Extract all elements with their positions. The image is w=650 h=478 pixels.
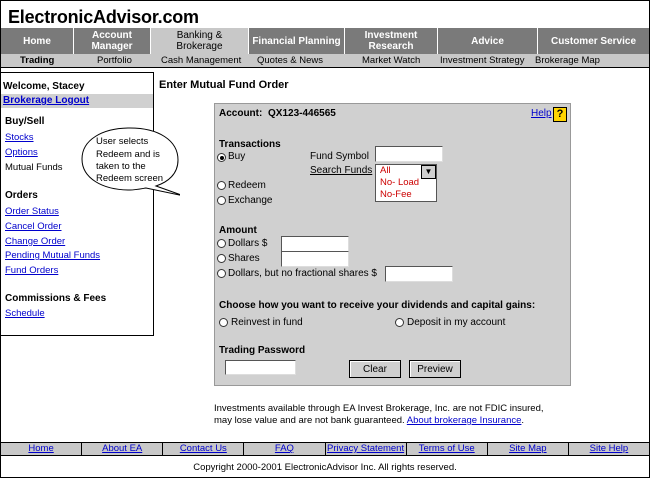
brokerage-logout-link[interactable]: Brokerage Logout — [3, 95, 89, 106]
dollars-no-fractional-radio[interactable] — [217, 269, 226, 278]
tab-investment-research[interactable]: Investment Research — [345, 28, 438, 54]
fund-symbol-label: Fund Symbol — [310, 151, 369, 162]
subnav-brokerage-map[interactable]: Brokerage Map — [535, 55, 600, 66]
dollars-no-fractional-label: Dollars, but no fractional shares $ — [228, 268, 377, 279]
order-panel: Account: QX123-446565 Help ? Transaction… — [214, 103, 571, 386]
sub-navigation: Trading Portfolio Cash Management Quotes… — [1, 54, 649, 68]
tab-banking-brokerage[interactable]: Banking & Brokerage — [151, 28, 249, 54]
exchange-radio[interactable] — [217, 196, 226, 205]
tab-account-manager[interactable]: Account Manager — [74, 28, 151, 54]
deposit-radio[interactable] — [395, 318, 404, 327]
amount-heading: Amount — [219, 225, 257, 236]
chevron-down-icon[interactable]: ▼ — [421, 165, 436, 179]
logout-bar: Brokerage Logout — [1, 94, 153, 108]
footer-link-about[interactable]: About EA — [82, 443, 164, 455]
account-label: Account: — [219, 108, 263, 119]
sidebar-item-schedule[interactable]: Schedule — [5, 308, 45, 319]
trading-password-heading: Trading Password — [219, 345, 306, 356]
footer-link-home[interactable]: Home — [1, 443, 83, 455]
footer-navigation: Home About EA Contact Us FAQ Privacy Sta… — [1, 442, 649, 456]
callout-line-2: Redeem and is — [96, 149, 160, 160]
shares-radio[interactable] — [217, 254, 226, 263]
subnav-cash-management[interactable]: Cash Management — [161, 55, 241, 66]
welcome-text: Welcome, Stacey — [3, 81, 85, 92]
footer-link-contact[interactable]: Contact Us — [163, 443, 245, 455]
reinvest-radio[interactable] — [219, 318, 228, 327]
tab-home[interactable]: Home — [1, 28, 74, 54]
fund-filter-option-no-fee[interactable]: No-Fee — [376, 189, 436, 201]
sidebar-item-options[interactable]: Options — [5, 147, 38, 158]
account-number: QX123-446565 — [268, 108, 336, 119]
subnav-trading[interactable]: Trading — [20, 55, 54, 66]
buy-radio[interactable] — [217, 153, 226, 162]
subnav-investment-strategy[interactable]: Investment Strategy — [440, 55, 524, 66]
dollars-radio[interactable] — [217, 239, 226, 248]
sidebar-item-cancel-order[interactable]: Cancel Order — [5, 221, 62, 232]
trading-password-input[interactable] — [225, 360, 296, 375]
dollars-input[interactable] — [281, 236, 349, 252]
subnav-market-watch[interactable]: Market Watch — [362, 55, 420, 66]
dividends-heading: Choose how you want to receive your divi… — [219, 300, 536, 311]
copyright-text: Copyright 2000-2001 ElectronicAdvisor In… — [193, 462, 457, 473]
sidebar: Welcome, Stacey Brokerage Logout Buy/Sel… — [1, 72, 154, 336]
callout-line-1: User selects — [96, 136, 149, 147]
site-logo[interactable]: ElectronicAdvisor.com — [8, 7, 199, 28]
footer-link-terms[interactable]: Terms of Use — [407, 443, 488, 455]
sidebar-item-mutual-funds: Mutual Funds — [5, 162, 63, 173]
help-icon[interactable]: ? — [553, 107, 567, 122]
transactions-heading: Transactions — [219, 139, 281, 150]
annotation-callout: User selects Redeem and is taken to the … — [81, 127, 180, 196]
disclaimer-note: Investments available through EA Invest … — [214, 403, 544, 426]
dollars-label: Dollars $ — [228, 238, 268, 249]
tab-advice[interactable]: Advice — [438, 28, 538, 54]
clear-button[interactable]: Clear — [349, 360, 401, 378]
reinvest-label: Reinvest in fund — [231, 317, 303, 328]
orders-heading: Orders — [5, 190, 38, 201]
top-navigation: Home Account Manager Banking & Brokerage… — [1, 28, 649, 54]
sidebar-item-stocks[interactable]: Stocks — [5, 132, 34, 143]
commissions-heading: Commissions & Fees — [5, 293, 107, 304]
brokerage-insurance-link[interactable]: About brokerage Insurance — [407, 415, 522, 426]
shares-input[interactable] — [281, 251, 349, 267]
callout-line-4: Redeem screen — [96, 173, 163, 184]
sidebar-item-order-status[interactable]: Order Status — [5, 206, 59, 217]
subnav-quotes-news[interactable]: Quotes & News — [257, 55, 323, 66]
preview-button[interactable]: Preview — [409, 360, 461, 378]
shares-label: Shares — [228, 253, 260, 264]
callout-line-3: taken to the — [96, 161, 146, 172]
footer-link-site-help[interactable]: Site Help — [569, 443, 649, 455]
sidebar-item-pending-mutual-funds[interactable]: Pending Mutual Funds — [5, 250, 100, 261]
exchange-label: Exchange — [228, 195, 273, 206]
help-link[interactable]: Help — [531, 108, 552, 119]
page-title: Enter Mutual Fund Order — [159, 79, 289, 91]
tab-financial-planning[interactable]: Financial Planning — [249, 28, 345, 54]
footer-link-site-map[interactable]: Site Map — [488, 443, 569, 455]
fund-symbol-input[interactable] — [375, 146, 443, 162]
sidebar-item-fund-orders[interactable]: Fund Orders — [5, 265, 58, 276]
deposit-label: Deposit in my account — [407, 317, 506, 328]
redeem-radio[interactable] — [217, 181, 226, 190]
buysell-heading: Buy/Sell — [5, 116, 45, 127]
footer-link-privacy[interactable]: Privacy Statement — [326, 443, 407, 455]
search-funds-link[interactable]: Search Funds — [310, 165, 372, 176]
redeem-label: Redeem — [228, 180, 266, 191]
tab-customer-service[interactable]: Customer Service — [538, 28, 649, 54]
buy-label: Buy — [228, 151, 246, 162]
dollars-no-fractional-input[interactable] — [385, 266, 453, 282]
subnav-portfolio[interactable]: Portfolio — [97, 55, 132, 66]
footer-link-faq[interactable]: FAQ — [244, 443, 326, 455]
sidebar-item-change-order[interactable]: Change Order — [5, 236, 65, 247]
